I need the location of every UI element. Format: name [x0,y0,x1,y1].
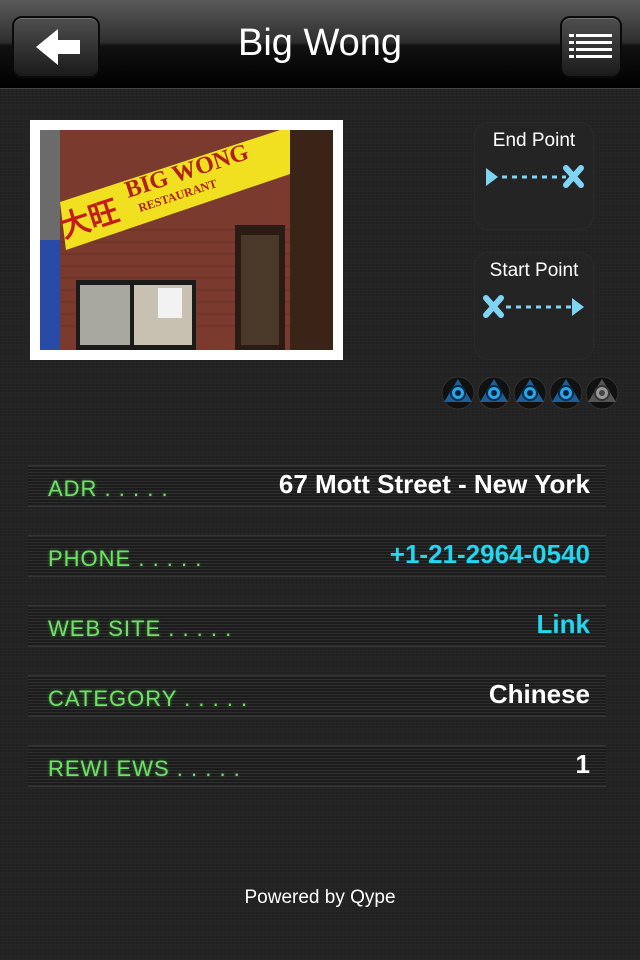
category-label: CATEGORY . . . . . [48,686,249,711]
rating-dots [441,376,619,410]
category-value: Chinese [488,679,590,709]
restaurant-photo[interactable]: 大旺 BIG WONG RESTAURANT [30,120,343,360]
start-point-route-icon [483,295,584,318]
rating-dot-icon [441,376,475,410]
reviews-row[interactable]: REWI EWS . . . . . 1 [28,745,606,787]
reviews-label: REWI EWS . . . . . [48,756,241,781]
rating-dot-icon [549,376,583,410]
start-point-label: Start Point [489,260,579,281]
start-point-button[interactable]: Start Point [474,252,594,360]
end-point-label: End Point [492,130,576,151]
address-label: ADR . . . . . [48,476,169,501]
website-row: WEB SITE . . . . . Link [28,605,606,647]
reviews-count[interactable]: 1 [576,749,590,780]
end-point-button[interactable]: End Point [474,122,594,230]
restaurant-storefront-image: 大旺 BIG WONG RESTAURANT [40,130,333,350]
website-link[interactable]: Link [537,609,590,640]
powered-by-footer: Powered by Qype [244,887,396,908]
menu-button[interactable] [560,16,622,78]
rating-dot-icon [477,376,511,410]
phone-value[interactable]: +1-21-2964-0540 [390,539,590,570]
phone-row: PHONE . . . . . +1-21-2964-0540 [28,535,606,577]
website-label: WEB SITE . . . . . [48,616,233,641]
end-point-route-icon [486,165,584,188]
rating-indicator [440,374,624,417]
phone-label: PHONE . . . . . [48,546,203,571]
rating-dot-icon [513,376,547,410]
page-title: Big Wong [237,22,403,64]
address-row: ADR . . . . . 67 Mott Street - New York [28,465,606,507]
address-value[interactable]: 67 Mott Street - New York [279,469,590,500]
list-menu-icon [569,34,612,58]
category-row: CATEGORY . . . . . Chinese [28,675,606,717]
navigation-bar: Big Wong [0,0,640,89]
rating-dot-icon [585,376,619,410]
